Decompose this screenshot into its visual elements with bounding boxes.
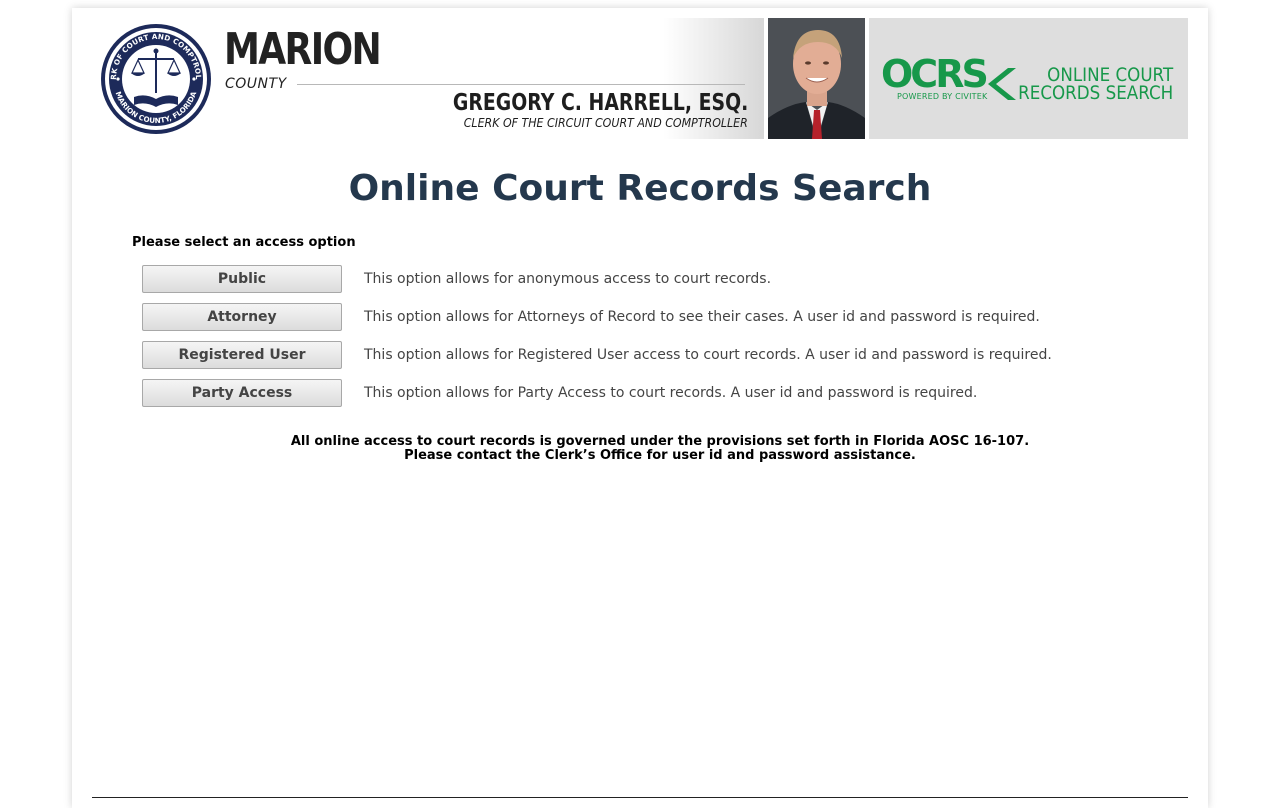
access-option-attorney: Attorney This option allows for Attorney… [142,303,1052,341]
ocrs-tagline-line2: RECORDS SEARCH [1017,82,1173,104]
access-notice: All online access to court records is go… [72,435,1248,463]
access-option-public: Public This option allows for anonymous … [142,265,1052,303]
footer-divider [92,797,1188,798]
access-option-party-access: Party Access This option allows for Part… [142,379,1052,417]
clerk-branding: CLERK OF COURT AND COMPTROLLER MARION CO… [92,18,764,139]
portrait-image [768,18,865,139]
public-button[interactable]: Public [142,265,342,293]
public-description: This option allows for anonymous access … [364,271,772,287]
ocrs-branding: OCRS POWERED BY CIVITEK ONLINE COURT REC… [869,18,1188,139]
access-option-prompt: Please select an access option [132,235,356,250]
clerk-seal-logo: CLERK OF COURT AND COMPTROLLER MARION CO… [100,23,211,134]
header-banner: CLERK OF COURT AND COMPTROLLER MARION CO… [92,18,1188,139]
header-divider [297,84,745,85]
registered-user-button[interactable]: Registered User [142,341,342,369]
attorney-description: This option allows for Attorneys of Reco… [364,309,1040,325]
access-options-list: Public This option allows for anonymous … [142,265,1052,417]
party-access-description: This option allows for Party Access to c… [364,385,978,401]
county-subtitle: COUNTY [225,76,287,92]
notice-line-governance: All online access to court records is go… [290,434,1030,449]
page-container: CLERK OF COURT AND COMPTROLLER MARION CO… [72,8,1208,808]
county-name: MARION [224,24,382,75]
ocrs-powered-by: POWERED BY CIVITEK [897,92,988,101]
registered-user-description: This option allows for Registered User a… [364,347,1052,363]
notice-line-contact: Please contact the Clerk’s Office for us… [404,448,916,463]
ocrs-logo-text: OCRS [881,52,989,96]
ocrs-chevron-icon [988,68,1016,100]
party-access-button[interactable]: Party Access [142,379,342,407]
attorney-button[interactable]: Attorney [142,303,342,331]
clerk-portrait [768,18,865,139]
clerk-title: CLERK OF THE CIRCUIT COURT AND COMPTROLL… [463,116,748,130]
page-title: Online Court Records Search [348,168,932,209]
access-option-registered-user: Registered User This option allows for R… [142,341,1052,379]
clerk-name: GREGORY C. HARRELL, ESQ. [452,90,748,116]
